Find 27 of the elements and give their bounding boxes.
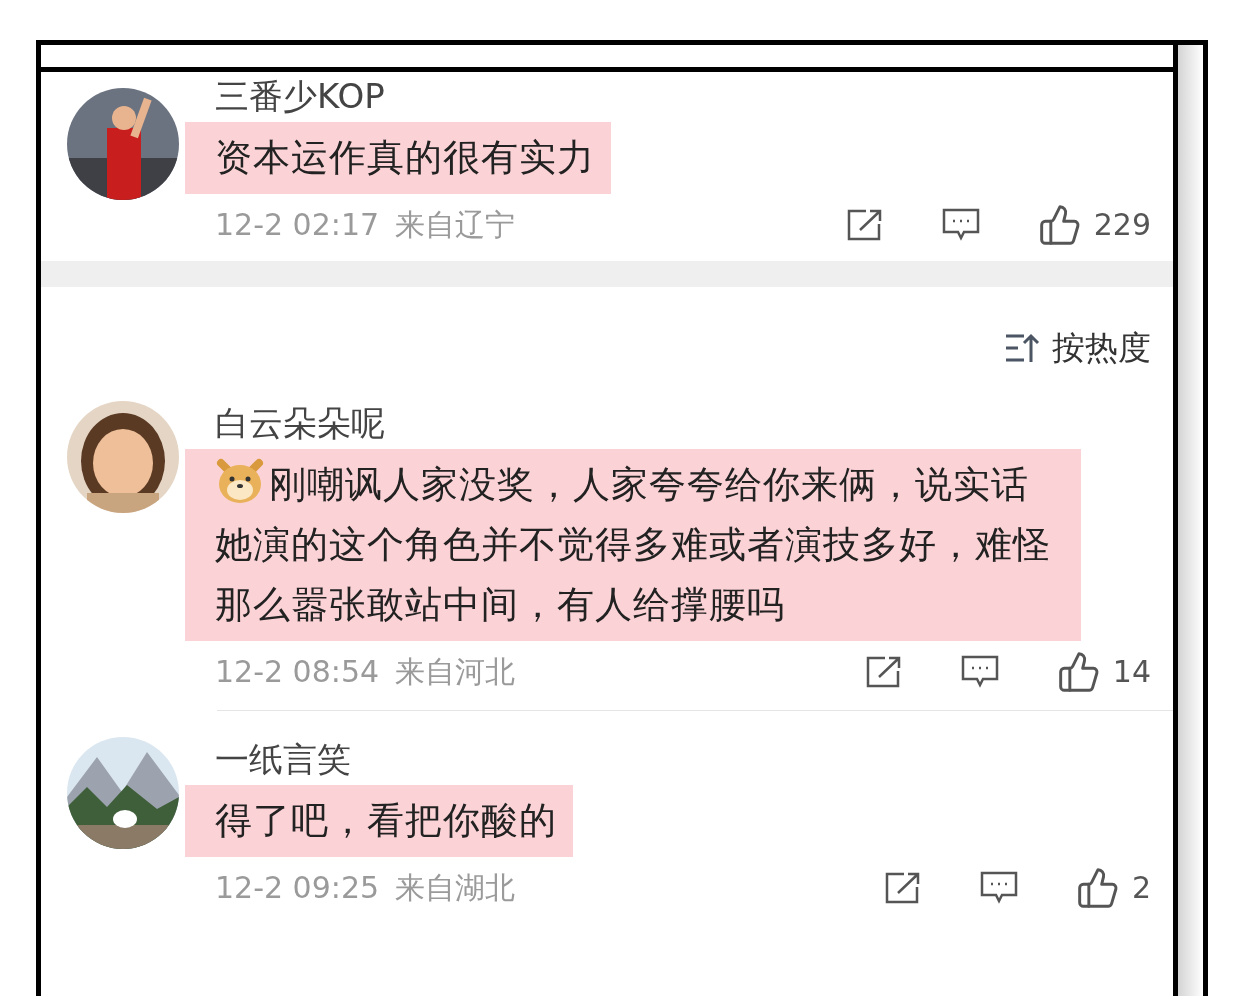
comment-icon[interactable] — [960, 654, 999, 689]
sort-icon[interactable] — [1004, 332, 1040, 364]
comment-location: 来自河北 — [395, 653, 516, 691]
comment-icon[interactable] — [941, 207, 980, 242]
like-count: 14 — [1112, 653, 1151, 691]
dog-emoji-icon — [215, 457, 265, 505]
sort-option[interactable]: 按热度 — [1052, 323, 1151, 373]
share-icon[interactable] — [883, 870, 922, 905]
share-icon[interactable] — [864, 654, 903, 689]
comment-text: 刚嘲讽人家没奖，人家夸夸给你来俩，说实话她演的这个角色并不觉得多难或者演技多好，难怪那么嚣张敢站中间，有人给撑腰吗 — [215, 455, 1065, 635]
comment-text: 得了吧，看把你酸的 — [215, 798, 557, 844]
like-count: 2 — [1131, 869, 1151, 907]
user-name[interactable]: 白云朵朵呢 — [215, 401, 1173, 445]
user-name[interactable]: 三番少KOP — [215, 74, 1173, 118]
comment-time: 12-2 08:54 — [215, 653, 380, 691]
like-icon[interactable] — [1056, 649, 1101, 694]
like-icon[interactable] — [1037, 202, 1082, 247]
comment-location: 来自辽宁 — [395, 206, 516, 244]
comment-location: 来自湖北 — [395, 869, 516, 907]
user-name[interactable]: 一纸言笑 — [215, 737, 1173, 781]
comment-time: 12-2 09:25 — [215, 869, 380, 907]
like-count: 229 — [1093, 206, 1151, 244]
share-icon[interactable] — [845, 207, 884, 242]
comment-time: 12-2 02:17 — [215, 206, 380, 244]
like-icon[interactable] — [1075, 865, 1120, 910]
comment-icon[interactable] — [979, 870, 1018, 905]
comment-text: 资本运作真的很有实力 — [215, 135, 595, 181]
